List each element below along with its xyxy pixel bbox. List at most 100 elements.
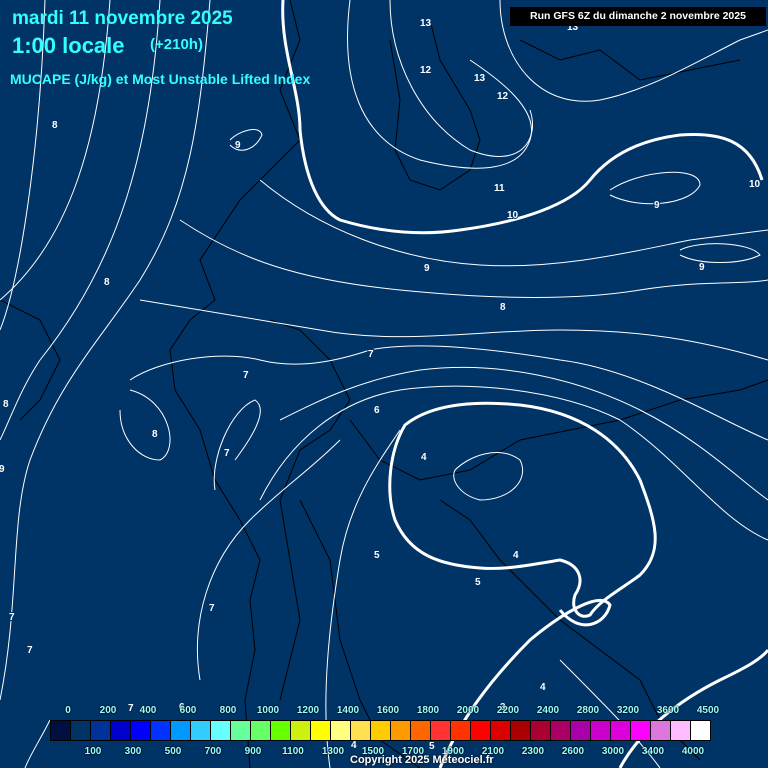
colorbar-label: 4000 <box>681 746 705 757</box>
colorbar-label: 3600 <box>656 705 680 716</box>
contour-label: 7 <box>128 703 134 714</box>
colorbar-swatch <box>211 721 231 740</box>
map-canvas: 13 13 12 13 12 8 9 11 10 10 9 9 9 8 8 7 … <box>0 0 768 768</box>
colorbar-label: 3000 <box>601 746 625 757</box>
colorbar-swatch <box>131 721 151 740</box>
colorbar-label: 4500 <box>696 705 720 716</box>
contour-label: 9 <box>654 200 660 211</box>
colorbar-label: 2800 <box>576 705 600 716</box>
colorbar-swatch <box>171 721 191 740</box>
colorbar-swatch <box>111 721 131 740</box>
run-info: Run GFS 6Z du dimanche 2 novembre 2025 <box>510 7 766 26</box>
colorbar-label: 200 <box>99 705 117 716</box>
contour-label: 6 <box>374 405 380 416</box>
colorbar-label: 2600 <box>561 746 585 757</box>
colorbar-swatch <box>691 721 710 740</box>
parameter-title: MUCAPE (J/kg) et Most Unstable Lifted In… <box>10 71 311 87</box>
lifted-index-contours-thin <box>0 0 768 768</box>
forecast-time: 1:00 locale <box>12 33 125 58</box>
colorbar-swatch <box>611 721 631 740</box>
contour-label: 5 <box>429 741 435 752</box>
colorbar-swatch <box>651 721 671 740</box>
colorbar-swatch <box>331 721 351 740</box>
contour-label: 7 <box>243 370 249 381</box>
contour-label: 8 <box>52 120 58 131</box>
colorbar-swatch <box>631 721 651 740</box>
forecast-date: mardi 11 novembre 2025 <box>12 8 233 29</box>
contour-label: 8 <box>500 302 506 313</box>
contour-label: 7 <box>27 645 33 656</box>
colorbar-swatch <box>391 721 411 740</box>
lifted-index-contours-thick <box>281 0 768 768</box>
weather-map: 13 13 12 13 12 8 9 11 10 10 9 9 9 8 8 7 … <box>0 0 768 768</box>
colorbar-swatch <box>671 721 691 740</box>
colorbar-label: 1800 <box>416 705 440 716</box>
contour-label: 8 <box>3 399 9 410</box>
colorbar-swatch <box>411 721 431 740</box>
colorbar-label: 900 <box>244 746 262 757</box>
colorbar-swatch <box>271 721 291 740</box>
colorbar-swatch <box>571 721 591 740</box>
contour-label: 7 <box>9 612 15 623</box>
colorbar-swatch <box>531 721 551 740</box>
contour-label: 7 <box>368 349 374 360</box>
colorbar-swatch <box>231 721 251 740</box>
contour-label: 13 <box>420 18 432 29</box>
colorbar-swatch <box>91 721 111 740</box>
contour-label: 8 <box>104 277 110 288</box>
colorbar-swatch <box>431 721 451 740</box>
colorbar-swatch <box>291 721 311 740</box>
colorbar-swatch <box>51 721 71 740</box>
contour-labels: 13 13 12 13 12 8 9 11 10 10 9 9 9 8 8 7 … <box>0 17 762 753</box>
colorbar-swatch <box>151 721 171 740</box>
contour-label: 4 <box>421 452 427 463</box>
contour-label: 4 <box>540 682 546 693</box>
contour-label: 10 <box>507 210 519 221</box>
contour-label: 5 <box>374 550 380 561</box>
colorbar-swatch <box>351 721 371 740</box>
contour-label: 9 <box>235 140 241 151</box>
colorbar-label: 2200 <box>496 705 520 716</box>
coastlines <box>0 0 768 768</box>
colorbar-label: 1000 <box>256 705 280 716</box>
colorbar-label: 800 <box>219 705 237 716</box>
colorbar-label: 500 <box>164 746 182 757</box>
colorbar-label: 2000 <box>456 705 480 716</box>
colorbar-label: 1600 <box>376 705 400 716</box>
colorbar-swatch <box>551 721 571 740</box>
colorbar-swatch <box>371 721 391 740</box>
colorbar-swatch <box>591 721 611 740</box>
colorbar-label: 1300 <box>321 746 345 757</box>
colorbar-label: 0 <box>65 705 71 716</box>
colorbar-swatch <box>71 721 91 740</box>
contour-label: 9 <box>0 464 5 475</box>
colorbar-swatch <box>191 721 211 740</box>
colorbar <box>50 720 711 741</box>
colorbar-label: 1100 <box>282 746 304 757</box>
contour-label: 12 <box>420 65 432 76</box>
colorbar-label: 2400 <box>536 705 560 716</box>
colorbar-label: 1200 <box>296 705 320 716</box>
contour-label: 8 <box>152 429 158 440</box>
contour-label: 11 <box>494 183 505 194</box>
contour-label: 13 <box>474 73 486 84</box>
colorbar-label: 3400 <box>641 746 665 757</box>
colorbar-label: 100 <box>84 746 102 757</box>
colorbar-label: 600 <box>179 705 197 716</box>
colorbar-label: 3200 <box>616 705 640 716</box>
colorbar-label: 700 <box>204 746 222 757</box>
contour-label: 10 <box>749 179 761 190</box>
colorbar-label: 300 <box>124 746 142 757</box>
colorbar-swatch <box>491 721 511 740</box>
contour-label: 7 <box>209 603 215 614</box>
colorbar-label: 2300 <box>521 746 545 757</box>
colorbar-swatch <box>251 721 271 740</box>
contour-label: 4 <box>351 740 357 751</box>
contour-label: 7 <box>224 448 230 459</box>
copyright: Copyright 2025 Meteociel.fr <box>350 754 494 766</box>
colorbar-label: 400 <box>139 705 157 716</box>
contour-label: 9 <box>424 263 430 274</box>
contour-label: 12 <box>497 91 509 102</box>
colorbar-swatch <box>311 721 331 740</box>
contour-label: 9 <box>699 262 705 273</box>
